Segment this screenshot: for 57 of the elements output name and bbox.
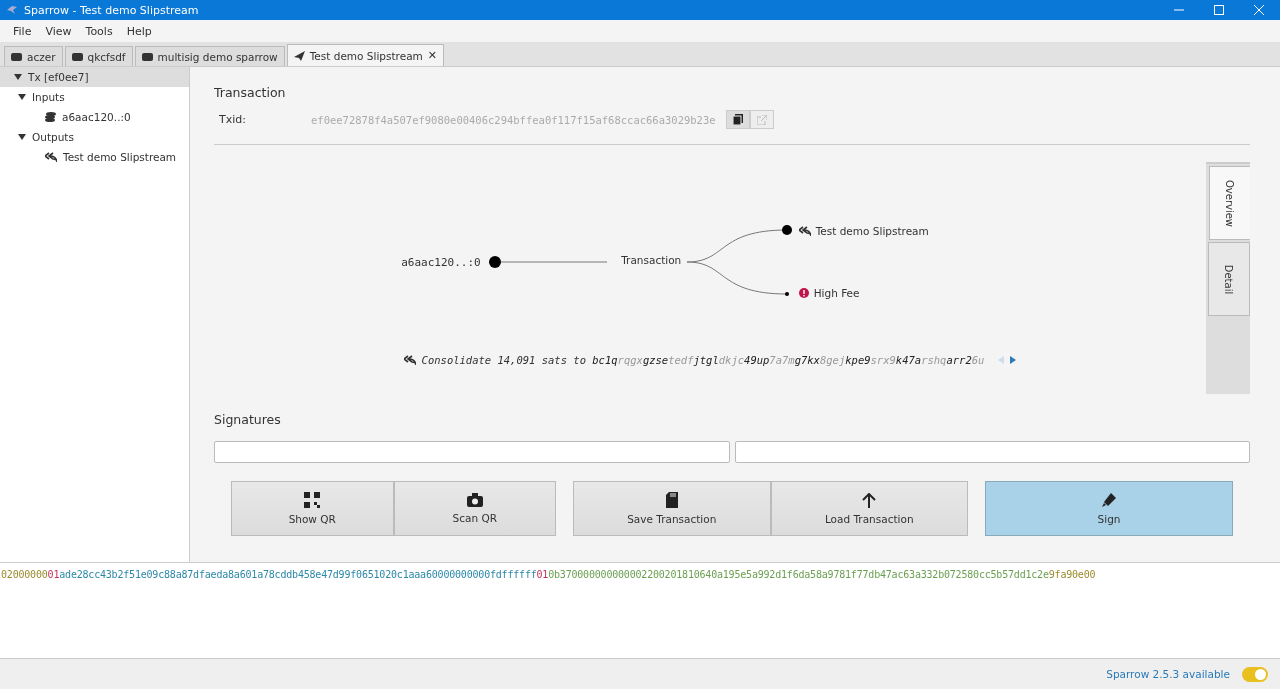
tab[interactable]: multisig demo sparrow (134, 46, 285, 66)
tree-item[interactable]: Outputs (0, 127, 189, 147)
side-tab[interactable]: Detail (1208, 242, 1250, 316)
expand-icon[interactable] (14, 73, 22, 81)
external-link-icon (756, 114, 767, 125)
tree-item[interactable]: Test demo Slipstream (0, 147, 189, 167)
tree-item[interactable]: Inputs (0, 87, 189, 107)
window-title: Sparrow - Test demo Slipstream (24, 3, 199, 17)
menu-item[interactable]: View (45, 24, 72, 38)
sd-card-icon (665, 492, 678, 508)
close-tab-icon[interactable]: ✕ (427, 49, 437, 62)
side-tab[interactable]: Overview (1209, 166, 1250, 240)
reply-all-icon (45, 152, 57, 162)
transaction-hex: 0200000001ade28cc43b2f51e09c88a87dfaeda8a601a78cddb458e47d99f0651020c1aaa60000000000fdffffff010b370000000000002200201810640a195e5a992d1f6da58a9781f77db47ac63a332b072580cc5b57dd1c2e9fa90e00 (1, 569, 1096, 580)
paper-plane-icon (293, 50, 305, 61)
section-heading: Signatures (214, 412, 282, 427)
qr-code-icon (304, 492, 321, 508)
maximize-icon[interactable] (1214, 5, 1224, 15)
expand-icon[interactable] (18, 133, 26, 141)
reply-all-icon (798, 226, 811, 236)
action-button[interactable]: Load Transaction (770, 481, 968, 536)
wallet-icon (71, 52, 83, 61)
pen-icon (1101, 492, 1117, 508)
tree-item[interactable]: a6aac120..:0 (0, 107, 189, 127)
summary-text: Consolidate 14,091 sats to bc1qrqgxgzsetedfjtgldkjc49up7a7mg7kx8gejkpe9srx9k47arshqarr26u (421, 354, 985, 366)
txid-value: ef0ee72878f4a507ef9080e00406c294bffea0f117f15af68ccac66a3029b23e (311, 113, 716, 126)
output-label: High Fee (813, 287, 860, 299)
copy-icon (732, 114, 743, 125)
section-heading: Transaction (214, 85, 287, 100)
menu-item[interactable]: File (13, 24, 32, 38)
wallet-icon (11, 52, 22, 61)
txid-label: Txid: (219, 113, 247, 126)
tree-item[interactable]: Tx [ef0ee7] (0, 67, 189, 87)
input-label: a6aac120..:0 (401, 255, 481, 269)
bird-icon (6, 4, 18, 16)
menu-item[interactable]: Tools (85, 24, 113, 38)
close-icon[interactable] (1254, 5, 1264, 15)
menu-item[interactable]: Help (126, 24, 152, 38)
coins-icon (45, 112, 56, 122)
toggle-switch[interactable] (1242, 666, 1268, 682)
copy-button[interactable] (725, 110, 750, 129)
reply-all-icon (403, 355, 416, 365)
next-icon[interactable] (1010, 356, 1017, 364)
expand-icon[interactable] (18, 93, 26, 101)
action-button[interactable]: Scan QR (393, 481, 556, 536)
warning-icon (798, 288, 809, 298)
tab[interactable]: Test demo Slipstream ✕ (286, 44, 444, 66)
action-button[interactable]: Save Transaction (573, 481, 771, 536)
wallet-icon (141, 52, 153, 61)
action-button[interactable]: Show QR (231, 481, 394, 536)
tab[interactable]: qkcfsdf (64, 46, 133, 66)
up-arrow-icon (862, 492, 877, 508)
tab[interactable]: aczer (4, 46, 63, 66)
output-label: Test demo Slipstream (815, 225, 929, 237)
action-button[interactable]: Sign (985, 481, 1233, 536)
camera-icon (466, 493, 483, 507)
update-link[interactable]: Sparrow 2.5.3 available (1106, 668, 1230, 680)
